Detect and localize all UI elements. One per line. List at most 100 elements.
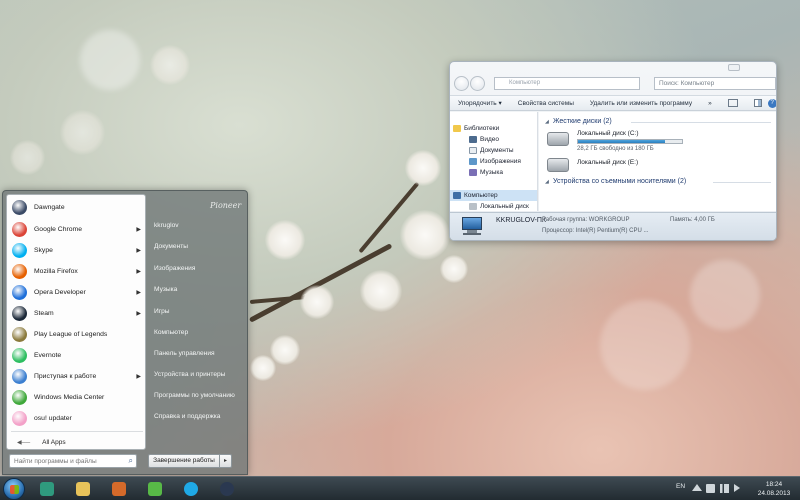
- uninstall-program-button[interactable]: Удалить или изменить программу: [582, 100, 700, 107]
- submenu-arrow-icon[interactable]: ▶: [136, 226, 141, 233]
- start-menu-item[interactable]: Mozilla Firefox ▶: [9, 261, 145, 281]
- start-menu-item-label: Steam: [34, 309, 54, 317]
- nav-item-computer[interactable]: Компьютер: [450, 190, 537, 201]
- address-bar-row: Компьютер Поиск: Компьютер: [454, 75, 776, 93]
- media-center-icon: [12, 389, 27, 405]
- collapse-arrow-icon: ◢: [545, 179, 549, 185]
- network-icon[interactable]: [720, 484, 729, 493]
- shutdown-button[interactable]: Завершение работы: [148, 454, 220, 468]
- taskbar-pinned-button[interactable]: [212, 478, 242, 500]
- removable-devices-header[interactable]: ◢ Устройства со съемными носителями (2): [545, 176, 772, 188]
- start-menu-item[interactable]: Приступая к работе ▶: [9, 366, 145, 386]
- start-menu-item-label: Mozilla Firefox: [34, 267, 78, 275]
- skype-icon: [12, 242, 27, 258]
- window-titlebar[interactable]: [450, 62, 776, 74]
- start-menu-item[interactable]: Evernote: [9, 345, 145, 365]
- start-menu-item[interactable]: Steam ▶: [9, 303, 145, 323]
- start-menu-place-item[interactable]: Музыка: [150, 281, 244, 298]
- nav-item-video[interactable]: Видео: [450, 134, 537, 145]
- computer-name: KKRUGLOV-ПК: [496, 217, 546, 224]
- start-menu-item[interactable]: Skype ▶: [9, 240, 145, 260]
- processor-label: Процессор: Intel(R) Pentium(R) CPU ...: [542, 228, 649, 234]
- start-menu-item-label: osu! updater: [34, 414, 72, 422]
- taskbar-pinned-button[interactable]: [68, 478, 98, 500]
- submenu-arrow-icon[interactable]: ▶: [136, 247, 141, 254]
- explorer-window[interactable]: Компьютер Поиск: Компьютер Упорядочить ▾…: [449, 61, 777, 241]
- start-menu-place-item[interactable]: Устройства и принтеры: [150, 366, 244, 383]
- start-menu-place-item[interactable]: Компьютер: [150, 324, 244, 341]
- language-indicator[interactable]: EN: [676, 483, 685, 490]
- nav-item-local-disk[interactable]: Локальный диск: [450, 201, 537, 212]
- minimize-button[interactable]: [728, 64, 740, 71]
- start-menu-item[interactable]: Google Chrome ▶: [9, 219, 145, 239]
- volume-icon[interactable]: [734, 484, 740, 492]
- drive-c[interactable]: Локальный диск (C:) 28,2 ГБ свободно из …: [545, 128, 772, 154]
- start-menu-place-item[interactable]: Справка и поддержка: [150, 408, 244, 425]
- system-clock[interactable]: 18:24 24.08.2013: [752, 480, 796, 498]
- menu-divider: [11, 431, 143, 432]
- shutdown-options-button[interactable]: ▸: [220, 454, 232, 468]
- organize-button[interactable]: Упорядочить ▾: [450, 99, 510, 107]
- collapse-arrow-icon: ◢: [545, 119, 549, 125]
- show-hidden-icons-icon[interactable]: [692, 484, 702, 491]
- start-menu-item-label: Opera Developer: [34, 288, 86, 296]
- start-menu-item[interactable]: Play League of Legends: [9, 324, 145, 344]
- nav-item-music[interactable]: Музыка: [450, 167, 537, 178]
- taskbar-pinned-button[interactable]: [104, 478, 134, 500]
- computer-icon: [453, 192, 461, 199]
- explorer-window-icon: [40, 482, 54, 496]
- hard-drives-header[interactable]: ◢ Жесткие диски (2): [545, 116, 772, 128]
- all-apps-button[interactable]: ◀── All Apps: [13, 436, 143, 448]
- start-menu-place-item[interactable]: Панель управления: [150, 345, 244, 362]
- drive-e-name: Локальный диск (E:): [577, 159, 639, 166]
- start-menu-programs-list: ◀── All Apps Dawngate Google Chrome ▶ Skype…: [6, 194, 146, 450]
- start-button[interactable]: [3, 478, 25, 500]
- evernote-icon: [12, 347, 27, 363]
- getting-started-icon: [12, 368, 27, 384]
- start-search-input[interactable]: [10, 455, 122, 467]
- start-menu-place-item[interactable]: kkruglov: [150, 217, 244, 234]
- hard-drive-icon: [547, 158, 569, 172]
- start-menu-place-item[interactable]: Документы: [150, 238, 244, 255]
- system-properties-button[interactable]: Свойства системы: [510, 100, 582, 107]
- taskbar-pinned-button[interactable]: [176, 478, 206, 500]
- submenu-arrow-icon[interactable]: ▶: [136, 289, 141, 296]
- start-menu-place-item[interactable]: Изображения: [150, 260, 244, 277]
- steam-icon: [12, 305, 27, 321]
- help-icon[interactable]: ?: [767, 98, 776, 108]
- forward-button[interactable]: [470, 76, 485, 91]
- pictures-icon: [469, 158, 477, 165]
- clock-date: 24.08.2013: [757, 490, 791, 497]
- nav-item-documents[interactable]: Документы: [450, 145, 537, 156]
- start-menu-item[interactable]: osu! updater: [9, 408, 145, 428]
- address-input[interactable]: Компьютер: [494, 77, 640, 90]
- start-menu-place-item[interactable]: Программы по умолчанию: [150, 387, 244, 404]
- submenu-arrow-icon[interactable]: ▶: [136, 268, 141, 275]
- drive-e[interactable]: Локальный диск (E:): [545, 154, 772, 176]
- user-signature-picture[interactable]: Pioneer: [210, 196, 241, 216]
- more-commands-button[interactable]: »: [700, 100, 720, 107]
- action-center-flag-icon[interactable]: [706, 484, 715, 493]
- view-options-icon[interactable]: [727, 99, 738, 107]
- navigation-pane: Библиотеки Видео Документы Изображения М…: [450, 112, 538, 211]
- library-icon: [453, 125, 461, 132]
- start-menu: ◀── All Apps Dawngate Google Chrome ▶ Skype…: [2, 190, 248, 475]
- start-menu-place-item[interactable]: Игры: [150, 303, 244, 320]
- preview-pane-icon[interactable]: [753, 99, 762, 107]
- back-button[interactable]: [454, 76, 469, 91]
- computer-icon: [460, 217, 484, 235]
- taskbar-pinned-button[interactable]: [140, 478, 170, 500]
- start-menu-item[interactable]: Dawngate: [9, 197, 145, 217]
- nav-item-libraries[interactable]: Библиотеки: [450, 123, 537, 134]
- start-menu-item[interactable]: Windows Media Center: [9, 387, 145, 407]
- start-menu-item-label: Google Chrome: [34, 225, 82, 233]
- nav-item-pictures[interactable]: Изображения: [450, 156, 537, 167]
- search-icon[interactable]: ⌕: [129, 456, 133, 466]
- search-input[interactable]: Поиск: Компьютер: [654, 77, 776, 90]
- submenu-arrow-icon[interactable]: ▶: [136, 310, 141, 317]
- start-search-box[interactable]: ⌕: [9, 454, 137, 468]
- start-menu-item[interactable]: Opera Developer ▶: [9, 282, 145, 302]
- arrow-left-icon: ◀──: [17, 439, 31, 446]
- submenu-arrow-icon[interactable]: ▶: [136, 373, 141, 380]
- taskbar-pinned-button[interactable]: [32, 478, 62, 500]
